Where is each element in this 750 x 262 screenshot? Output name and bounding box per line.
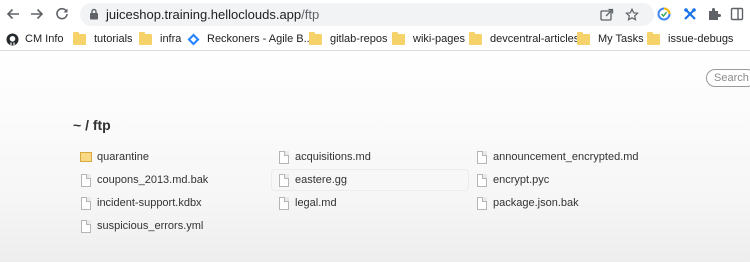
bookmark-my-tasks[interactable]: My Tasks bbox=[577, 31, 644, 47]
arrow-right-icon bbox=[31, 8, 44, 20]
bookmark-label: gitlab-repos bbox=[330, 33, 388, 45]
directory-listing-page: Search ~ / ftp quarantine coupons_2013.m… bbox=[0, 51, 750, 262]
file-item-package-json[interactable]: package.json.bak bbox=[477, 193, 579, 213]
item-name: legal.md bbox=[295, 197, 337, 209]
file-icon bbox=[279, 196, 289, 210]
bookmark-infra[interactable]: infra bbox=[139, 31, 181, 47]
file-item-eastere[interactable]: eastere.gg bbox=[272, 170, 468, 190]
bookmark-devcentral-articles[interactable]: devcentral-articles bbox=[469, 31, 579, 47]
browser-toolbar: juiceshop.training.helloclouds.app/ftp bbox=[0, 0, 750, 28]
item-name: acquisitions.md bbox=[295, 151, 371, 163]
file-icon bbox=[279, 150, 289, 164]
search-placeholder: Search bbox=[714, 72, 749, 84]
bookmark-star-button[interactable] bbox=[623, 6, 640, 23]
folder-item-quarantine[interactable]: quarantine bbox=[80, 147, 149, 167]
extension-button-2[interactable] bbox=[681, 5, 699, 23]
file-item-encrypt-pyc[interactable]: encrypt.pyc bbox=[477, 170, 549, 190]
item-name: eastere.gg bbox=[295, 174, 347, 186]
share-icon bbox=[599, 8, 613, 21]
file-icon bbox=[477, 196, 487, 210]
file-item-suspicious-errors[interactable]: suspicious_errors.yml bbox=[81, 216, 203, 236]
tools-icon bbox=[684, 8, 696, 20]
folder-icon bbox=[577, 31, 590, 45]
bookmark-tutorials[interactable]: tutorials bbox=[73, 31, 133, 47]
puzzle-icon bbox=[709, 8, 721, 20]
diamond-icon bbox=[187, 33, 200, 45]
github-icon bbox=[6, 33, 19, 45]
bookmark-label: tutorials bbox=[94, 33, 133, 45]
item-name: coupons_2013.md.bak bbox=[97, 174, 209, 186]
item-name: suspicious_errors.yml bbox=[97, 220, 204, 232]
file-icon bbox=[477, 173, 487, 187]
url-path: /ftp bbox=[301, 7, 320, 22]
item-name: announcement_encrypted.md bbox=[493, 151, 639, 163]
file-item-legal[interactable]: legal.md bbox=[279, 193, 337, 213]
extensions-button[interactable] bbox=[705, 5, 723, 23]
search-input[interactable]: Search bbox=[706, 69, 750, 87]
folder-icon bbox=[647, 31, 660, 45]
folder-icon bbox=[80, 152, 92, 162]
reload-button[interactable] bbox=[51, 3, 73, 25]
item-name: quarantine bbox=[97, 151, 149, 163]
arrow-left-icon bbox=[6, 8, 19, 20]
address-bar[interactable]: juiceshop.training.helloclouds.app/ftp bbox=[80, 3, 654, 26]
window-icon bbox=[730, 7, 744, 21]
extension-button-1[interactable] bbox=[655, 5, 673, 23]
share-button[interactable] bbox=[598, 6, 615, 23]
file-icon bbox=[81, 196, 91, 210]
bookmark-gitlab-repos[interactable]: gitlab-repos bbox=[309, 31, 387, 47]
bookmark-label: Reckoners - Agile B... bbox=[207, 33, 313, 45]
folder-icon bbox=[469, 31, 482, 45]
bookmark-issue-debugs[interactable]: issue-debugs bbox=[647, 31, 733, 47]
bookmark-label: infra bbox=[160, 33, 182, 45]
back-button[interactable] bbox=[2, 3, 24, 25]
bookmarks-bar: CM Info tutorials infra Reckoners - Agil… bbox=[0, 28, 750, 50]
file-item-incident-support[interactable]: incident-support.kdbx bbox=[81, 193, 202, 213]
item-name: encrypt.pyc bbox=[493, 174, 550, 186]
extension-circle-icon bbox=[657, 7, 671, 21]
file-icon bbox=[81, 219, 91, 233]
file-item-acquisitions[interactable]: acquisitions.md bbox=[279, 147, 371, 167]
item-name: package.json.bak bbox=[493, 197, 579, 209]
bookmark-reckoners[interactable]: Reckoners - Agile B... bbox=[187, 31, 313, 47]
file-icon bbox=[477, 150, 487, 164]
bookmark-label: issue-debugs bbox=[668, 33, 734, 45]
page-title: ~ / ftp bbox=[73, 117, 111, 133]
bookmark-label: CM Info bbox=[25, 33, 64, 45]
bookmark-label: My Tasks bbox=[598, 33, 644, 45]
folder-icon bbox=[139, 31, 152, 45]
file-icon bbox=[81, 173, 91, 187]
url-host: juiceshop.training.helloclouds.app bbox=[106, 7, 302, 22]
url-text[interactable]: juiceshop.training.helloclouds.app/ftp bbox=[106, 7, 319, 22]
forward-button[interactable] bbox=[26, 3, 48, 25]
profile-button[interactable] bbox=[728, 5, 746, 23]
item-name: incident-support.kdbx bbox=[97, 197, 202, 209]
lock-icon bbox=[90, 8, 98, 20]
star-icon bbox=[624, 7, 639, 21]
bookmark-cm-info[interactable]: CM Info bbox=[6, 31, 64, 47]
folder-icon bbox=[392, 31, 405, 45]
reload-icon bbox=[56, 7, 68, 20]
folder-icon bbox=[309, 31, 322, 45]
bookmark-wiki-pages[interactable]: wiki-pages bbox=[392, 31, 465, 47]
bookmark-label: devcentral-articles bbox=[490, 33, 580, 45]
folder-icon bbox=[73, 31, 86, 45]
file-icon bbox=[279, 173, 289, 187]
bookmark-label: wiki-pages bbox=[413, 33, 465, 45]
file-item-coupons[interactable]: coupons_2013.md.bak bbox=[81, 170, 208, 190]
file-item-announcement-encrypted[interactable]: announcement_encrypted.md bbox=[477, 147, 639, 167]
